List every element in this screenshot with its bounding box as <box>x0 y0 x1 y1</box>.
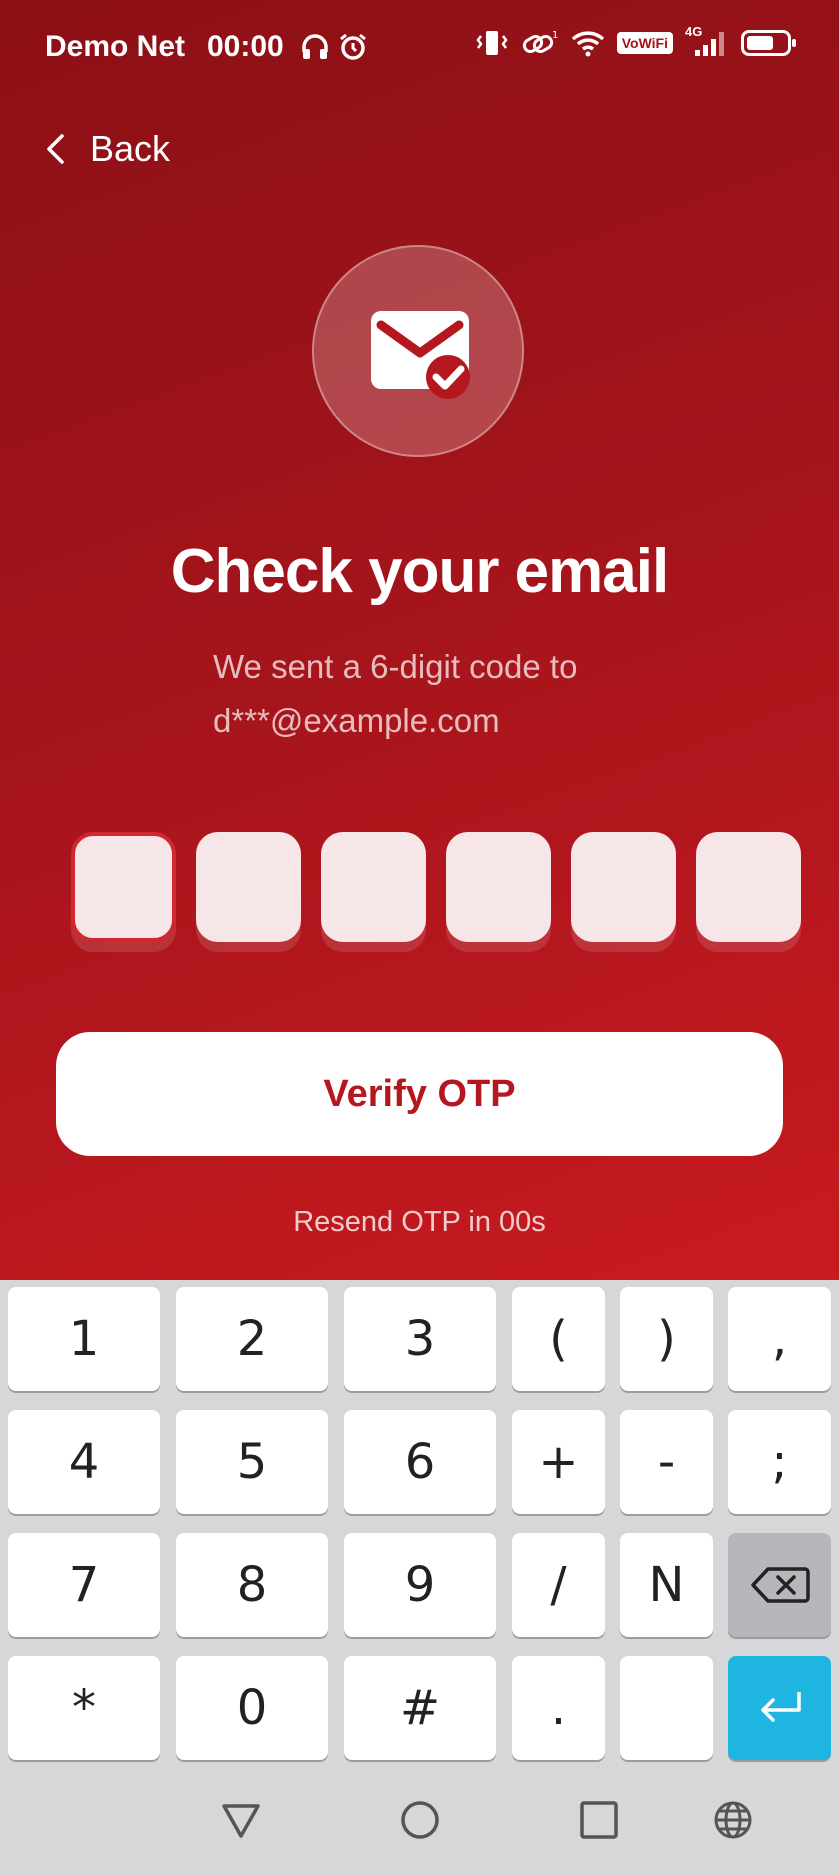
key-slash[interactable]: / <box>512 1533 605 1637</box>
verify-otp-button[interactable]: Verify OTP <box>56 1032 783 1156</box>
key-close-paren[interactable]: ) <box>620 1287 713 1391</box>
nav-recents-icon[interactable] <box>578 1800 620 1840</box>
status-bar: Demo Net 00:00 1 VoWiFi 4G <box>0 0 839 100</box>
key-2[interactable]: 2 <box>176 1287 328 1391</box>
otp-digit-4[interactable] <box>446 832 551 942</box>
otp-digit-6[interactable] <box>696 832 801 942</box>
alarm-icon <box>340 33 366 60</box>
key-blank[interactable] <box>620 1656 713 1760</box>
key-7[interactable]: 7 <box>8 1533 160 1637</box>
enter-key[interactable] <box>728 1656 831 1760</box>
key-6[interactable]: 6 <box>344 1410 496 1514</box>
headphones-icon <box>302 34 328 59</box>
cell-signal: 4G <box>685 24 729 58</box>
key-n[interactable]: N <box>620 1533 713 1637</box>
system-nav-bar <box>0 1770 839 1875</box>
mail-check-icon <box>371 311 470 399</box>
key-period[interactable]: . <box>512 1656 605 1760</box>
nav-home-icon[interactable] <box>399 1800 441 1840</box>
wifi-icon <box>571 31 604 57</box>
back-button[interactable]: Back <box>44 128 170 170</box>
enter-icon <box>760 1692 801 1722</box>
otp-digit-2[interactable] <box>196 832 301 942</box>
otp-screen: Demo Net 00:00 1 VoWiFi 4G Back Check yo… <box>0 0 839 1280</box>
key-minus[interactable]: - <box>620 1410 713 1514</box>
mail-check-badge <box>312 245 524 457</box>
battery-icon <box>741 30 796 56</box>
key-semicolon[interactable]: ; <box>728 1410 831 1514</box>
masked-email: d***@example.com <box>213 702 500 739</box>
status-icons-left <box>300 32 368 62</box>
carrier-name: Demo Net <box>45 30 186 63</box>
key-8[interactable]: 8 <box>176 1533 328 1637</box>
chevron-left-icon <box>47 134 64 164</box>
key-open-paren[interactable]: ( <box>512 1287 605 1391</box>
status-icons-right: 1 VoWiFi 4G <box>475 24 796 58</box>
resend-timer: Resend OTP in 00s <box>293 1206 546 1238</box>
key-9[interactable]: 9 <box>344 1533 496 1637</box>
signal-icon <box>695 32 724 56</box>
otp-digit-1[interactable] <box>71 832 176 942</box>
svg-text:1: 1 <box>552 30 558 41</box>
vowifi-badge: VoWiFi <box>616 32 673 54</box>
clock: 00:00 <box>207 30 284 63</box>
numeric-keyboard: 1 2 3 ( ) , 4 5 6 + - ; 7 8 9 / N * 0 # … <box>0 1280 839 1770</box>
globe-icon[interactable] <box>712 1800 754 1840</box>
vibrate-icon <box>476 31 508 55</box>
back-label: Back <box>90 128 171 169</box>
key-3[interactable]: 3 <box>344 1287 496 1391</box>
key-0[interactable]: 0 <box>176 1656 328 1760</box>
key-asterisk[interactable]: * <box>8 1656 160 1760</box>
nav-back-icon[interactable] <box>220 1800 262 1840</box>
subtitle-line: We sent a 6-digit code to <box>213 648 578 685</box>
key-1[interactable]: 1 <box>8 1287 160 1391</box>
hotspot-link-icon: 1 <box>522 30 558 53</box>
key-4[interactable]: 4 <box>8 1410 160 1514</box>
key-plus[interactable]: + <box>512 1410 605 1514</box>
otp-input-group <box>71 832 801 942</box>
page-title: Check your email <box>170 537 669 606</box>
key-comma[interactable]: , <box>728 1287 831 1391</box>
backspace-icon <box>750 1567 810 1603</box>
otp-digit-3[interactable] <box>321 832 426 942</box>
key-5[interactable]: 5 <box>176 1410 328 1514</box>
subtitle: We sent a 6-digit code to d***@example.c… <box>213 640 713 748</box>
backspace-key[interactable] <box>728 1533 831 1637</box>
key-hash[interactable]: # <box>344 1656 496 1760</box>
otp-digit-5[interactable] <box>571 832 676 942</box>
